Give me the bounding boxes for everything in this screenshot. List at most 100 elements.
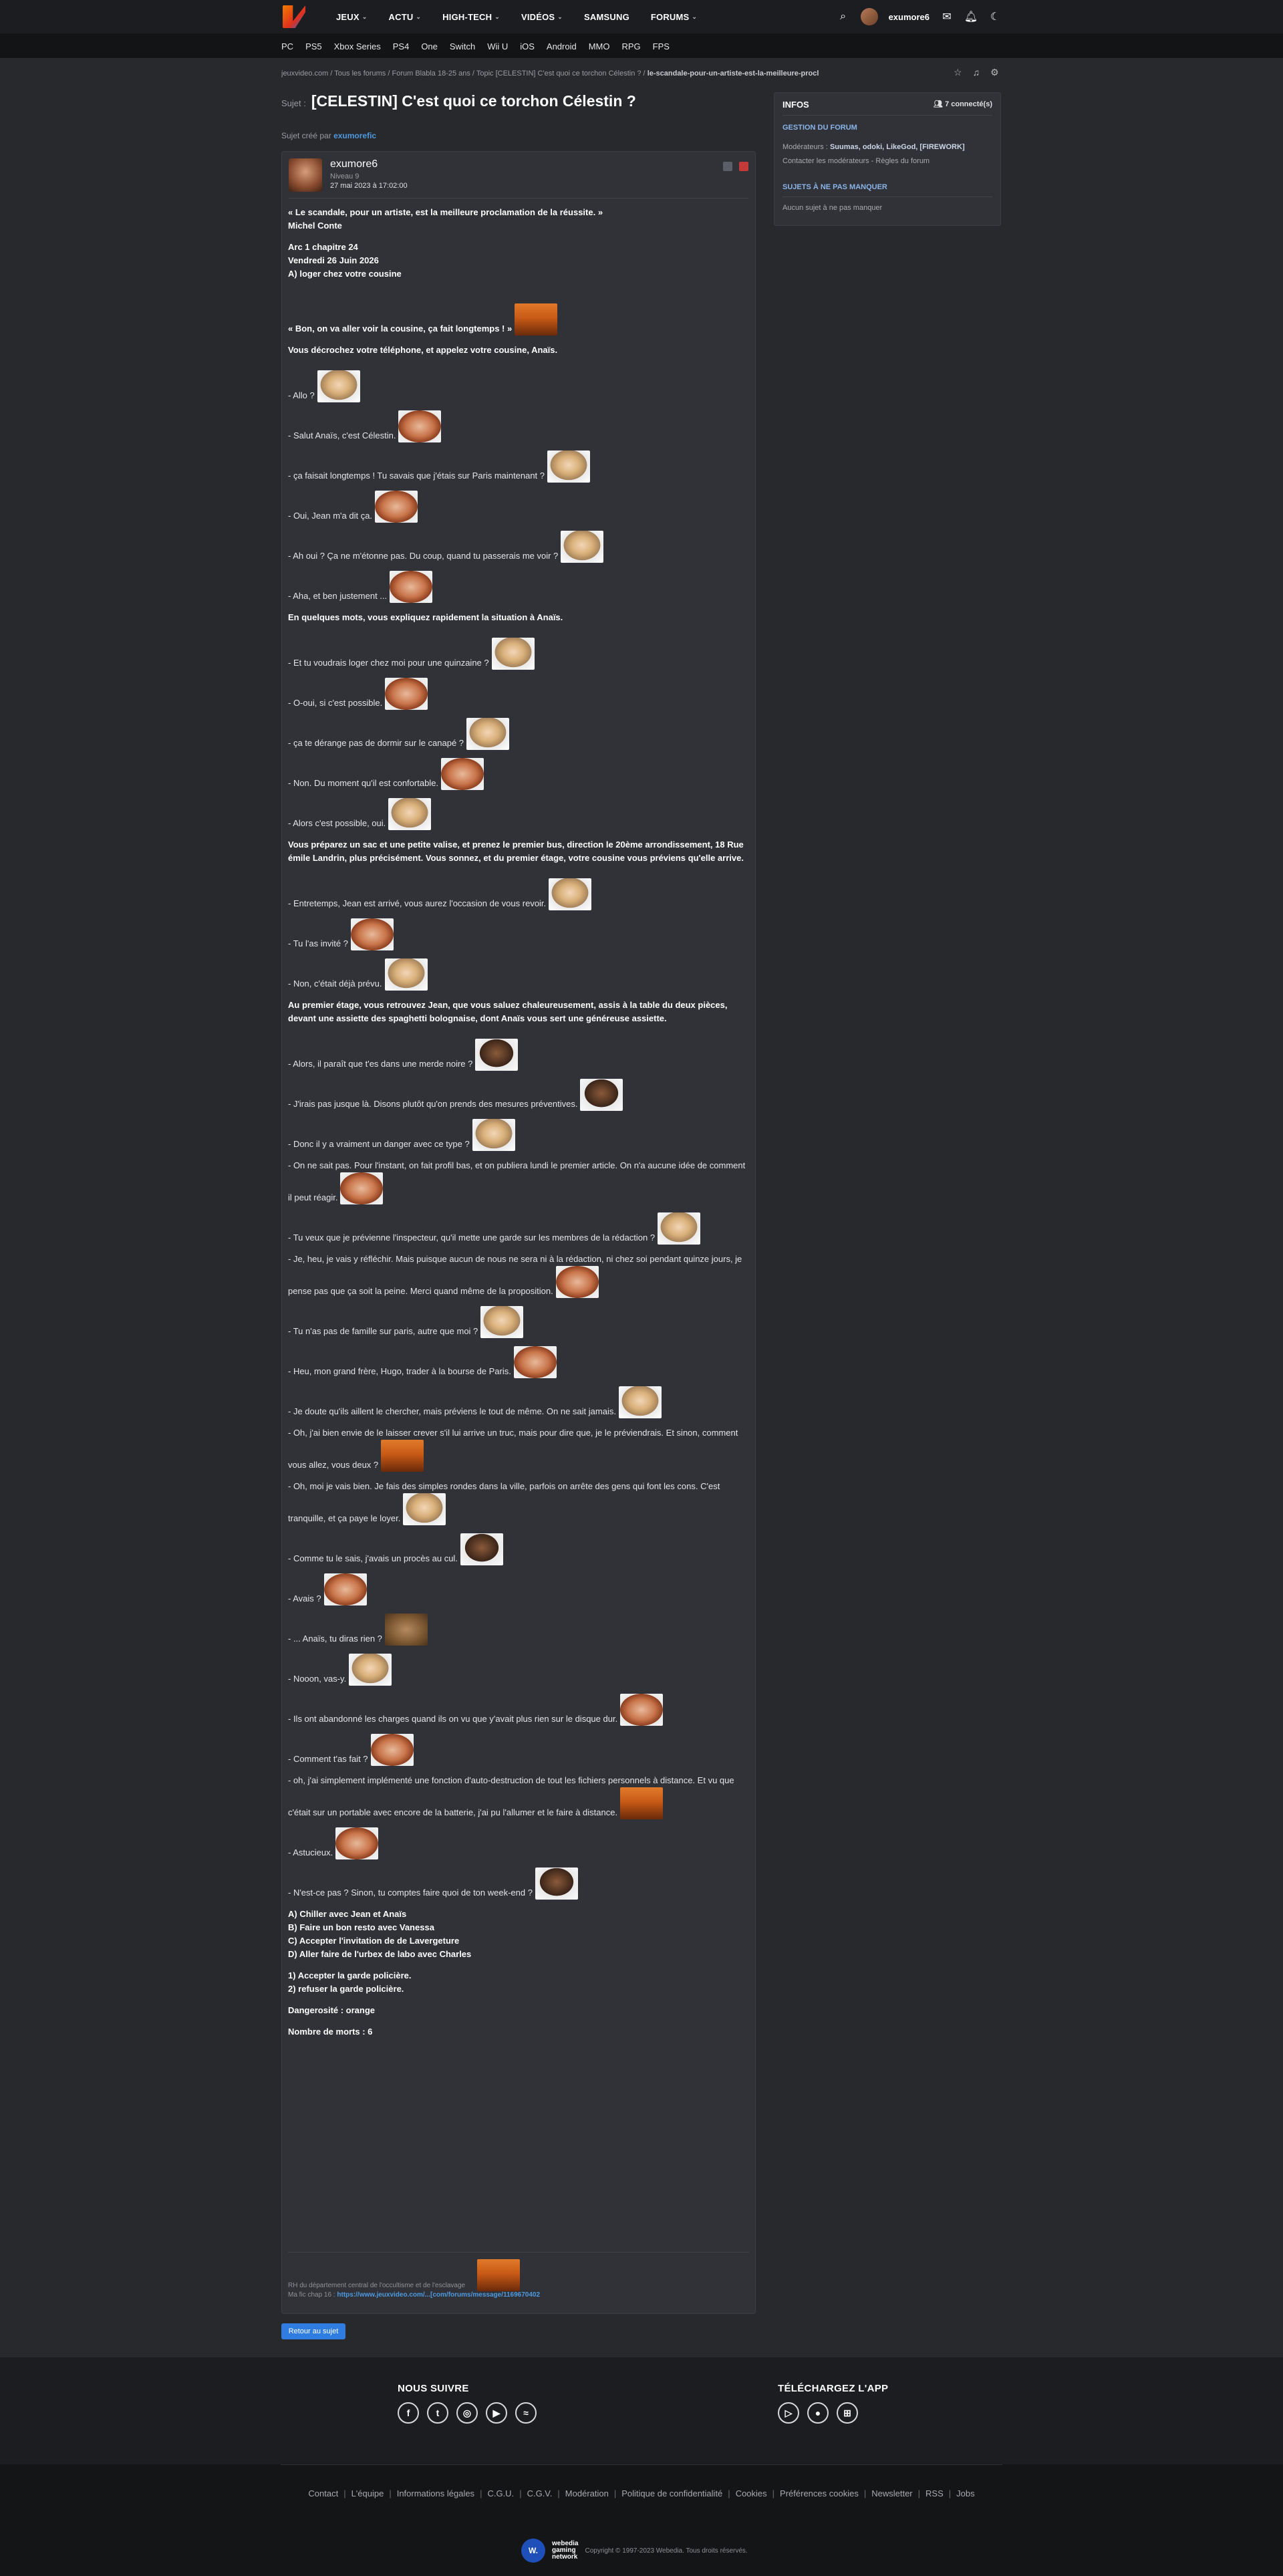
footer-link[interactable]: C.G.U. [487, 2488, 514, 2498]
footer-link[interactable]: Politique de confidentialité [621, 2488, 722, 2498]
sticker-image [385, 678, 428, 710]
edit-icon[interactable] [723, 162, 732, 171]
line-text: - Heu, mon grand frère, Hugo, trader à l… [288, 1366, 511, 1376]
footer-link[interactable]: Préférences cookies [780, 2488, 859, 2498]
sticker-image [480, 1306, 524, 1338]
platform-link[interactable]: PS5 [305, 41, 328, 51]
dialogue-line: - O-oui, si c'est possible. [288, 678, 749, 710]
moon-icon[interactable]: ☾ [988, 10, 1002, 23]
line-text: - Donc il y a vraiment un danger avec ce… [288, 1139, 470, 1149]
dialogue-line: - Et tu voudrais loger chez moi pour une… [288, 638, 749, 670]
user-avatar[interactable] [860, 8, 878, 25]
line-text: - oh, j'ai simplement implémenté une fon… [288, 1775, 734, 1817]
dialogue-line: - Aha, et ben justement ... [288, 571, 749, 603]
connected-label: 7 connecté(s) [945, 100, 992, 108]
youtube-icon[interactable]: ▶ [486, 2402, 507, 2424]
author-avatar[interactable] [289, 158, 322, 192]
webedia-logo[interactable]: W. [521, 2539, 545, 2563]
line-text: « Le scandale, pour un artiste, est la m… [288, 207, 603, 217]
line-text: 2) refuser la garde policière. [288, 1984, 404, 1994]
mail-icon[interactable]: ✉ [940, 10, 954, 23]
dialogue-line: - Tu veux que je prévienne l'inspecteur,… [288, 1212, 749, 1245]
platform-link[interactable]: PS4 [393, 41, 416, 51]
platform-link[interactable]: Wii U [487, 41, 514, 51]
nav-jeux[interactable]: JEUX ⌄ [325, 12, 378, 22]
star-icon[interactable]: ☆ [954, 67, 962, 78]
dialogue-line: - Tu n'as pas de famille sur paris, autr… [288, 1306, 749, 1338]
breadcrumb-path[interactable]: jeuxvideo.com / Tous les forums / Forum … [281, 70, 646, 78]
platform-link[interactable]: MMO [589, 41, 616, 51]
instagram-icon[interactable]: ◎ [456, 2402, 478, 2424]
dialogue-line: - Avais ? [288, 1573, 749, 1605]
platform-link[interactable]: RPG [622, 41, 647, 51]
page-title: [CELESTIN] C'est quoi ce torchon Célesti… [311, 92, 636, 110]
gear-icon[interactable]: ⚙ [990, 67, 999, 78]
twitter-icon[interactable]: t [427, 2402, 448, 2424]
platform-link[interactable]: Switch [450, 41, 481, 51]
username[interactable]: exumore6 [889, 12, 930, 22]
nav-actu[interactable]: ACTU ⌄ [378, 12, 432, 22]
nav-videos[interactable]: VIDÉOS ⌄ [511, 12, 573, 22]
creator-link[interactable]: exumorefic [333, 131, 376, 140]
line-text: - Avais ? [288, 1593, 321, 1603]
link-separator: | [557, 2488, 560, 2498]
narration-line: 1) Accepter la garde policière. [288, 1969, 749, 1982]
chevron-down-icon: ⌄ [692, 13, 698, 20]
platform-link[interactable]: PC [281, 41, 299, 51]
post-author[interactable]: exumore6 [330, 158, 378, 170]
apple-icon[interactable]: ● [807, 2402, 829, 2424]
breadcrumb: jeuxvideo.com / Tous les forums / Forum … [281, 70, 869, 78]
footer-link[interactable]: Newsletter [871, 2488, 912, 2498]
platform-link[interactable]: Xbox Series [334, 41, 387, 51]
platform-link[interactable]: iOS [520, 41, 541, 51]
author-level: Niveau 9 [330, 172, 360, 180]
line-text: - Ils ont abandonné les charges quand il… [288, 1714, 618, 1724]
sticker-image [350, 918, 394, 950]
nav-forums[interactable]: FORUMS ⌄ [640, 12, 708, 22]
jv-logo[interactable] [281, 4, 307, 29]
line-text: - Comment t'as fait ? [288, 1754, 368, 1764]
sticker-image [403, 1493, 446, 1525]
nav-samsung[interactable]: SAMSUNG [573, 12, 640, 22]
subject-label: Sujet : [281, 98, 306, 108]
no-must-see-topics: Aucun sujet à ne pas manquer [782, 204, 883, 212]
line-text: - Nooon, vas-y. [288, 1674, 347, 1684]
facebook-icon[interactable]: f [398, 2402, 419, 2424]
footer-link[interactable]: RSS [925, 2488, 944, 2498]
footer-link[interactable]: Jobs [956, 2488, 974, 2498]
line-text: - Non, c'était déjà prévu. [288, 979, 382, 989]
narration-line: B) Faire un bon resto avec Vanessa [288, 1921, 749, 1934]
footer-link[interactable]: Cookies [736, 2488, 767, 2498]
main-nav: JEUX ⌄ ACTU ⌄ HIGH-TECH ⌄ VIDÉOS ⌄ SAMSUNG F… [325, 12, 708, 22]
platform-link[interactable]: FPS [653, 41, 676, 51]
signature-link[interactable]: https://www.jeuxvideo.com/...[com/forums… [337, 2291, 540, 2299]
google-play-icon[interactable]: ▷ [778, 2402, 799, 2424]
nav-label: SAMSUNG [584, 11, 629, 22]
windows-icon[interactable]: ⊞ [837, 2402, 858, 2424]
nav-label: FORUMS [650, 11, 690, 22]
line-text: - O-oui, si c'est possible. [288, 698, 383, 708]
footer-link[interactable]: L'équipe [351, 2488, 384, 2498]
footer-link[interactable]: Informations légales [397, 2488, 474, 2498]
line-text: En quelques mots, vous expliquez rapidem… [288, 612, 563, 622]
footer-link[interactable]: Contact [308, 2488, 338, 2498]
post-date[interactable]: 27 mai 2023 à 17:02:00 [330, 182, 408, 190]
back-to-topic-button[interactable]: Retour au sujet [281, 2323, 345, 2339]
search-icon[interactable]: ⌕ [837, 10, 850, 23]
moderators-list[interactable]: Suumas, odoki, LikeGod, [FIREWORK] [830, 143, 965, 151]
sticker-image [620, 1694, 664, 1726]
delete-icon[interactable] [739, 162, 748, 171]
bell-icon[interactable]: 🔔︎ [964, 10, 978, 23]
contact-moderators-link[interactable]: Contacter les modérateurs - Règles du fo… [782, 157, 930, 165]
footer-link[interactable]: C.G.V. [527, 2488, 553, 2498]
platform-link[interactable]: One [421, 41, 444, 51]
rss-icon[interactable]: ≈ [515, 2402, 537, 2424]
nav-high-tech[interactable]: HIGH-TECH ⌄ [432, 12, 511, 22]
platform-link[interactable]: Android [547, 41, 583, 51]
signature-text: RH du département central de l'occultism… [288, 2282, 466, 2289]
dialogue-line: - Heu, mon grand frère, Hugo, trader à l… [288, 1346, 749, 1378]
chevron-down-icon: ⌄ [362, 13, 368, 20]
footer-link[interactable]: Modération [565, 2488, 609, 2498]
bell-icon[interactable]: ♫ [973, 67, 980, 78]
